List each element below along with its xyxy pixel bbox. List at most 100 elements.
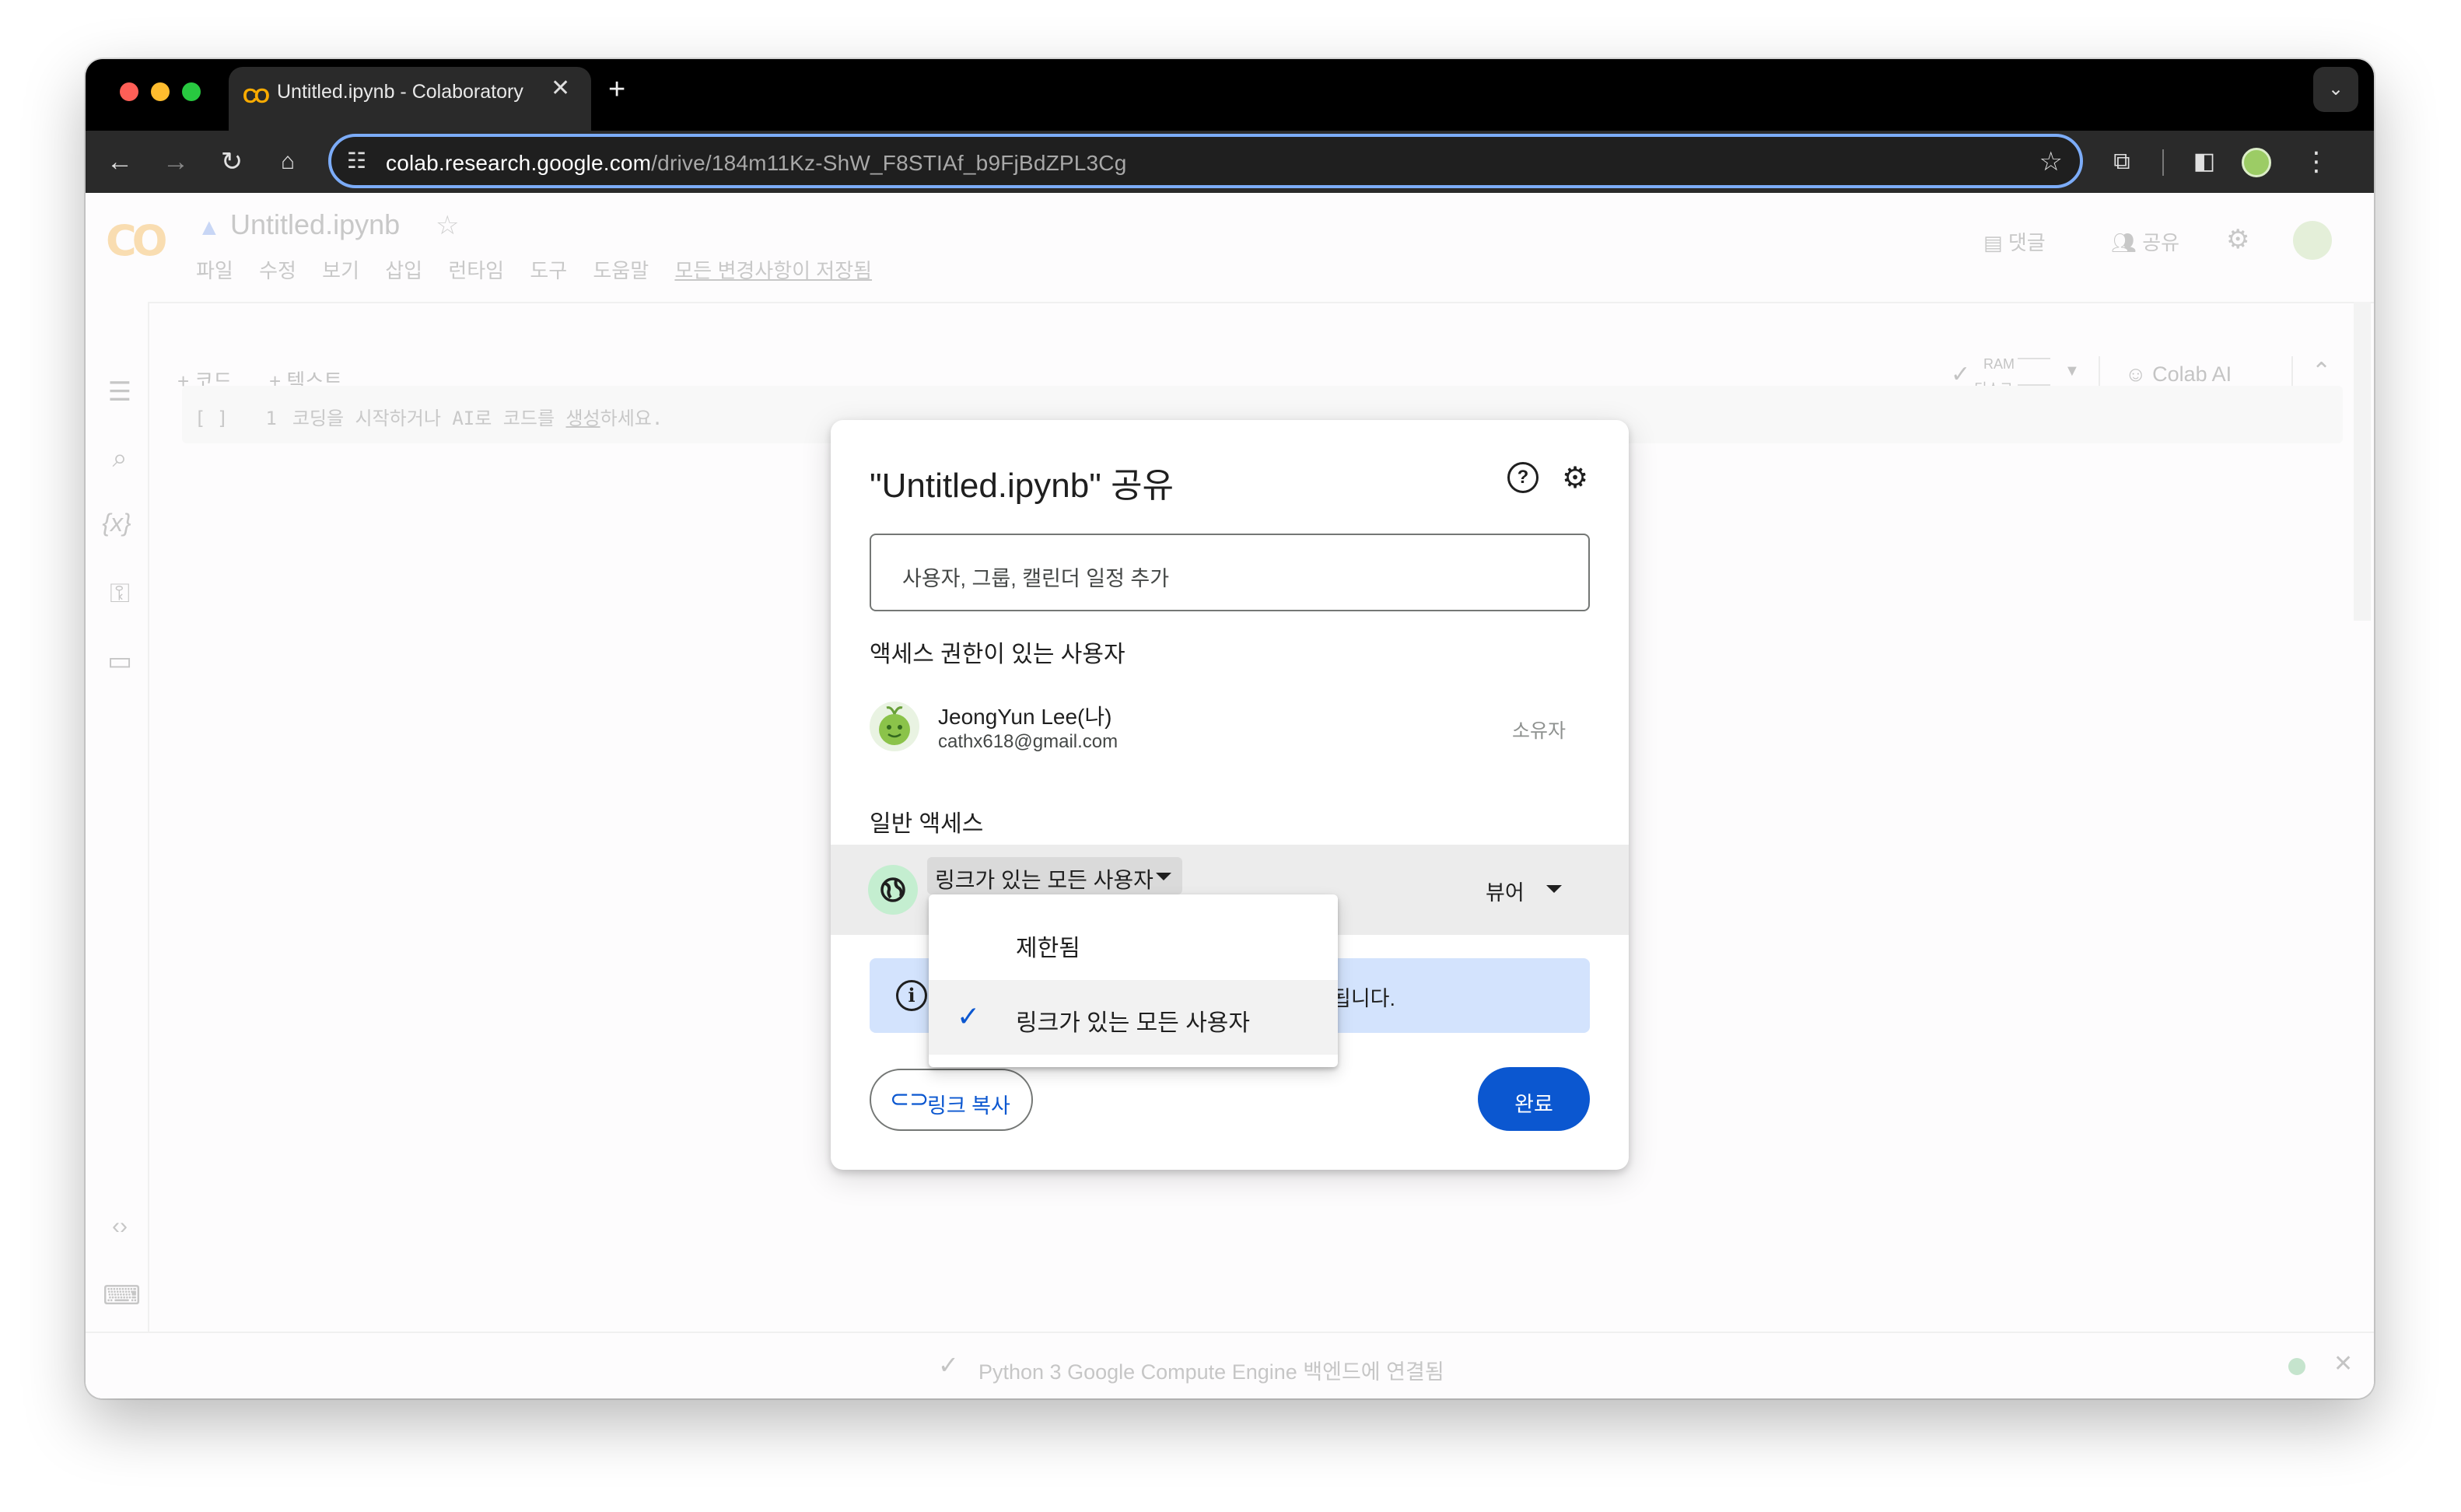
colab-ai-button[interactable]: ☺ Colab AI	[2125, 362, 2232, 387]
copy-link-button[interactable]: ⊂⊃ 링크 복사	[870, 1069, 1033, 1131]
info-icon: i	[896, 980, 927, 1011]
url-text: colab.research.google.com/drive/184m11Kz…	[386, 151, 1127, 175]
colab-favicon-icon: CO	[243, 84, 270, 107]
general-access-value: 링크가 있는 모든 사용자	[935, 868, 1153, 892]
user-name: JeongYun Lee(나)	[938, 705, 1112, 729]
sidebar-divider-line	[148, 302, 149, 1398]
comments-button[interactable]: ▤ 댓글	[1983, 227, 2046, 256]
home-icon[interactable]: ⌂	[266, 140, 310, 184]
people-with-access-heading: 액세스 권한이 있는 사용자	[870, 642, 1125, 667]
comments-label: 댓글	[2008, 231, 2046, 254]
forward-icon[interactable]: →	[154, 140, 198, 184]
comment-icon: ▤	[1983, 231, 2003, 254]
run-cell-bracket[interactable]: [ ]	[194, 408, 228, 429]
star-icon[interactable]: ☆	[436, 210, 459, 241]
drive-icon: ▲	[198, 215, 221, 240]
done-label: 완료	[1514, 1093, 1553, 1116]
people-icon: 👥︎	[2111, 231, 2137, 254]
menu-option-restricted[interactable]: 제한됨	[929, 905, 1338, 980]
table-of-contents-icon[interactable]: ☰	[103, 376, 137, 411]
status-bar: ✓ Python 3 Google Compute Engine 백엔드에 연결…	[86, 1332, 2374, 1398]
minimize-window-button[interactable]	[151, 82, 170, 101]
browser-toolbar: ← → ↻ ⌂ ☷ colab.research.google.com/driv…	[86, 131, 2374, 193]
menu-option-label: 링크가 있는 모든 사용자	[1016, 1010, 1251, 1036]
account-avatar[interactable]	[2293, 221, 2332, 260]
menu-view[interactable]: 보기	[322, 259, 359, 282]
colab-logo: CO	[106, 216, 168, 265]
add-people-placeholder: 사용자, 그룹, 캘린더 일정 추가	[902, 567, 1170, 590]
collapse-chevron-icon[interactable]: ⌃	[2312, 358, 2331, 385]
connection-indicator	[2288, 1358, 2305, 1375]
done-button[interactable]: 완료	[1478, 1067, 1590, 1131]
back-icon[interactable]: ←	[98, 140, 142, 184]
notebook-title[interactable]: Untitled.ipynb	[230, 208, 400, 241]
placeholder-text: 코딩을 시작하거나 AI로 코드를	[292, 408, 566, 429]
general-access-dropdown[interactable]: 링크가 있는 모든 사용자	[927, 857, 1182, 894]
tab-bar: CO Untitled.ipynb - Colaboratory ✕ + ⌄	[86, 59, 2374, 131]
variables-icon[interactable]: {x}	[100, 509, 134, 543]
runtime-dropdown-icon[interactable]: ▼	[2064, 362, 2080, 380]
connected-check-icon: ✓	[1951, 362, 1971, 387]
secrets-key-icon[interactable]: ⚿	[103, 579, 137, 613]
search-icon[interactable]: ⌕	[103, 443, 137, 478]
zoom-window-button[interactable]	[182, 82, 201, 101]
globe-icon	[868, 865, 918, 915]
colab-ai-label: Colab AI	[2152, 362, 2232, 386]
user-email: cathx618@gmail.com	[938, 731, 1118, 752]
add-people-input[interactable]: 사용자, 그룹, 캘린더 일정 추가	[870, 534, 1590, 611]
menu-tools[interactable]: 도구	[530, 259, 567, 282]
menu-bar: 파일 수정 보기 삽입 런타임 도구 도움말 모든 변경사항이 저장됨	[196, 255, 892, 284]
user-avatar	[870, 702, 919, 751]
menu-help[interactable]: 도움말	[593, 259, 649, 282]
copy-link-label: 링크 복사	[927, 1094, 1010, 1118]
bookmark-star-icon[interactable]: ☆	[2039, 146, 2063, 177]
browser-menu-icon[interactable]: ⋮	[2295, 140, 2338, 184]
close-window-button[interactable]	[120, 82, 138, 101]
cell-placeholder[interactable]: [ ] 1 코딩을 시작하거나 AI로 코드를 생성하세요.	[194, 403, 663, 430]
share-settings-gear-icon[interactable]: ⚙	[1562, 460, 1588, 495]
help-icon[interactable]: ?	[1507, 462, 1539, 493]
profile-avatar[interactable]	[2242, 148, 2271, 177]
menu-edit[interactable]: 수정	[259, 259, 296, 282]
reload-icon[interactable]: ↻	[210, 140, 254, 184]
link-icon: ⊂⊃	[890, 1087, 929, 1112]
colab-ai-icon: ☺	[2125, 362, 2147, 386]
toolbar-separator	[2291, 356, 2293, 387]
close-status-icon[interactable]: ✕	[2333, 1350, 2353, 1377]
scrollbar[interactable]	[2354, 302, 2371, 621]
role-dropdown-caret-icon[interactable]	[1546, 885, 1562, 893]
general-access-heading: 일반 액세스	[870, 811, 984, 837]
settings-gear-icon[interactable]: ⚙	[2226, 224, 2249, 255]
new-tab-icon[interactable]: +	[608, 73, 625, 107]
side-panel-icon[interactable]: ◧	[2183, 140, 2226, 184]
tab-search-icon[interactable]: ⌄	[2313, 67, 2358, 112]
general-access-menu: 제한됨 ✓ 링크가 있는 모든 사용자	[929, 894, 1338, 1067]
toolbar-separator	[2099, 356, 2100, 387]
terminal-icon[interactable]: ⌨	[103, 1280, 141, 1314]
role-dropdown[interactable]: 뷰어	[1486, 876, 1525, 906]
extensions-icon[interactable]: ⧉	[2100, 140, 2144, 184]
toolbar-divider-line	[148, 302, 2374, 303]
files-folder-icon[interactable]: ▭	[103, 646, 137, 680]
saved-status[interactable]: 모든 변경사항이 저장됨	[674, 259, 872, 282]
menu-insert[interactable]: 삽입	[385, 259, 422, 282]
code-snippets-icon[interactable]: ‹›	[103, 1213, 137, 1248]
status-text: Python 3 Google Compute Engine 백엔드에 연결됨	[978, 1360, 1444, 1384]
toolbar-divider	[2162, 149, 2164, 176]
share-button[interactable]: 👥︎ 공유	[2111, 227, 2179, 256]
menu-file[interactable]: 파일	[196, 259, 233, 282]
menu-option-anyone-with-link[interactable]: ✓ 링크가 있는 모든 사용자	[929, 980, 1338, 1055]
checkmark-icon: ✓	[957, 1000, 981, 1032]
share-label: 공유	[2142, 231, 2180, 254]
ram-label: RAM	[1983, 356, 2015, 372]
close-tab-icon[interactable]: ✕	[551, 75, 570, 102]
access-dropdown-caret-icon	[1156, 873, 1171, 880]
placeholder-suffix: 하세요.	[600, 408, 663, 429]
info-text: 됩니다.	[1332, 987, 1396, 1010]
tab-title: Untitled.ipynb - Colaboratory	[277, 81, 523, 103]
site-info-icon[interactable]: ☷	[347, 148, 366, 173]
resource-meter[interactable]	[2018, 358, 2050, 386]
address-bar[interactable]: ☷ colab.research.google.com/drive/184m11…	[328, 134, 2083, 188]
generate-link[interactable]: 생성	[565, 408, 600, 429]
menu-runtime[interactable]: 런타임	[448, 259, 504, 282]
